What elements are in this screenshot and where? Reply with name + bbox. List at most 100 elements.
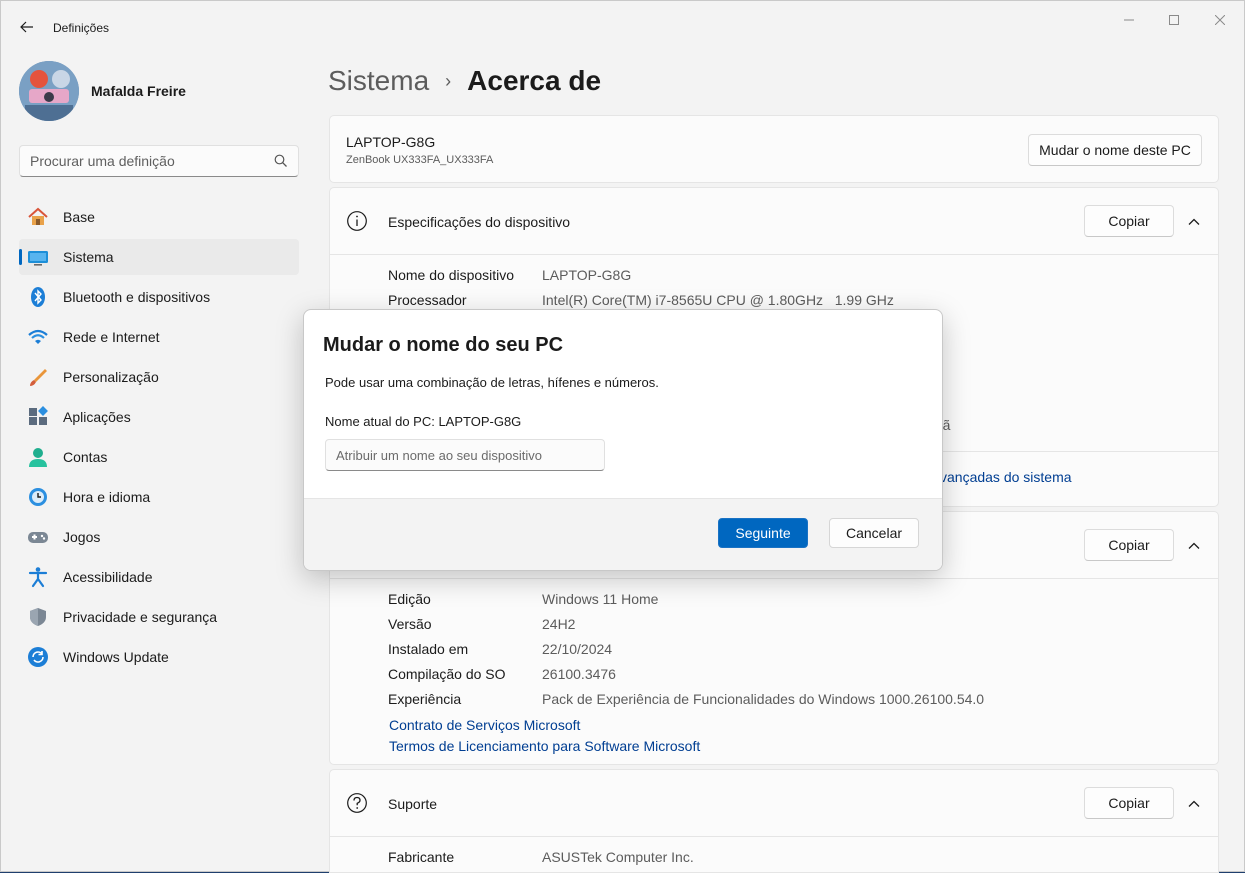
close-button[interactable] bbox=[1208, 9, 1232, 31]
sidebar-item-label: Acessibilidade bbox=[63, 569, 153, 585]
search-box[interactable] bbox=[19, 145, 299, 177]
close-icon bbox=[1215, 15, 1225, 25]
sidebar-item-personalizacao[interactable]: Personalização bbox=[19, 359, 299, 395]
breadcrumb-separator: › bbox=[445, 70, 452, 91]
spec-label: Fabricante bbox=[388, 849, 455, 865]
chevron-up-icon[interactable] bbox=[1186, 796, 1202, 812]
rename-pc-dialog: Mudar o nome do seu PC Pode usar uma com… bbox=[303, 309, 943, 571]
copy-windows-specs-button[interactable]: Copiar bbox=[1084, 529, 1174, 561]
user-profile[interactable]: Mafalda Freire bbox=[19, 61, 186, 121]
spec-label: Instalado em bbox=[388, 641, 469, 657]
spec-value: Windows 11 Home bbox=[542, 591, 659, 607]
sidebar-item-label: Bluetooth e dispositivos bbox=[63, 289, 211, 305]
spec-value: LAPTOP-G8G bbox=[542, 267, 632, 283]
sidebar-item-aplicacoes[interactable]: Aplicações bbox=[19, 399, 299, 435]
sidebar-item-sistema[interactable]: Sistema bbox=[19, 239, 299, 275]
wifi-icon bbox=[27, 326, 49, 348]
current-pc-name: Nome atual do PC: LAPTOP-G8G bbox=[325, 414, 522, 429]
back-arrow-icon bbox=[20, 21, 33, 33]
clock-globe-icon bbox=[27, 486, 49, 508]
search-icon[interactable] bbox=[274, 154, 288, 168]
settings-window: Definições Mafalda Freire Procurar uma d… bbox=[0, 0, 1245, 873]
spec-label: Edição bbox=[388, 591, 431, 607]
bluetooth-icon bbox=[27, 286, 49, 308]
sidebar-item-label: Windows Update bbox=[63, 649, 169, 665]
profile-name: Mafalda Freire bbox=[91, 83, 186, 99]
new-name-field[interactable] bbox=[325, 439, 605, 471]
search-input[interactable] bbox=[20, 146, 260, 176]
minimize-icon bbox=[1124, 19, 1134, 21]
advanced-system-settings-link[interactable]: vançadas do sistema bbox=[940, 469, 1072, 485]
sidebar-nav: Base Sistema Bluetooth e dispositivos Re… bbox=[19, 199, 299, 679]
info-icon bbox=[347, 211, 367, 231]
dialog-description: Pode usar uma combinação de letras, hífe… bbox=[325, 375, 659, 390]
sidebar-item-label: Hora e idioma bbox=[63, 489, 151, 505]
sidebar-item-acessibilidade[interactable]: Acessibilidade bbox=[19, 559, 299, 595]
windows-specs-body: Edição Windows 11 Home Versão 24H2 Insta… bbox=[329, 579, 1219, 765]
cancel-button[interactable]: Cancelar bbox=[829, 518, 919, 548]
spec-value: 24H2 bbox=[542, 616, 576, 632]
spec-label: Versão bbox=[388, 616, 432, 632]
sidebar-item-label: Contas bbox=[63, 449, 108, 465]
home-icon bbox=[27, 206, 49, 228]
chevron-up-icon[interactable] bbox=[1186, 214, 1202, 230]
apps-icon bbox=[27, 406, 49, 428]
app-title: Definições bbox=[53, 21, 110, 35]
shield-icon bbox=[27, 606, 49, 628]
support-title: Suporte bbox=[388, 796, 438, 812]
sidebar-item-label: Jogos bbox=[63, 529, 101, 545]
pc-name-card: LAPTOP-G8G ZenBook UX333FA_UX333FA Mudar… bbox=[329, 115, 1219, 183]
title-bar: Definições bbox=[1, 1, 1244, 45]
sidebar-item-label: Base bbox=[63, 209, 95, 225]
sidebar-item-label: Sistema bbox=[63, 249, 114, 265]
sidebar-item-label: Privacidade e segurança bbox=[63, 609, 218, 625]
sidebar-item-windows-update[interactable]: Windows Update bbox=[19, 639, 299, 675]
microsoft-services-agreement-link[interactable]: Contrato de Serviços Microsoft bbox=[389, 717, 580, 733]
dialog-title: Mudar o nome do seu PC bbox=[323, 334, 564, 356]
microsoft-license-terms-link[interactable]: Termos de Licenciamento para Software Mi… bbox=[389, 738, 700, 754]
sidebar-item-hora-idioma[interactable]: Hora e idioma bbox=[19, 479, 299, 515]
chevron-up-icon[interactable] bbox=[1186, 538, 1202, 554]
copy-device-specs-button[interactable]: Copiar bbox=[1084, 205, 1174, 237]
spec-label: Experiência bbox=[388, 691, 462, 707]
sidebar-item-rede[interactable]: Rede e Internet bbox=[19, 319, 299, 355]
copy-support-button[interactable]: Copiar bbox=[1084, 787, 1174, 819]
breadcrumb: Sistema › Acerca de bbox=[328, 61, 601, 101]
gamepad-icon bbox=[27, 526, 49, 548]
minimize-button[interactable] bbox=[1117, 9, 1141, 31]
pc-name: LAPTOP-G8G bbox=[346, 134, 436, 150]
spec-value: Pack de Experiência de Funcionalidades d… bbox=[542, 691, 985, 707]
sidebar-item-jogos[interactable]: Jogos bbox=[19, 519, 299, 555]
next-button[interactable]: Seguinte bbox=[718, 518, 808, 548]
support-header[interactable]: Suporte Copiar bbox=[329, 769, 1219, 837]
account-icon bbox=[27, 446, 49, 468]
system-icon bbox=[27, 246, 49, 268]
sidebar-item-bluetooth[interactable]: Bluetooth e dispositivos bbox=[19, 279, 299, 315]
spec-label: Nome do dispositivo bbox=[388, 267, 515, 283]
pc-model: ZenBook UX333FA_UX333FA bbox=[346, 154, 494, 166]
update-icon bbox=[27, 646, 49, 668]
new-name-input[interactable] bbox=[326, 440, 604, 470]
breadcrumb-parent[interactable]: Sistema bbox=[328, 65, 429, 97]
sidebar-item-label: Personalização bbox=[63, 369, 159, 385]
page-title: Acerca de bbox=[467, 65, 602, 96]
device-specs-title: Especificações do dispositivo bbox=[388, 214, 571, 230]
maximize-icon bbox=[1169, 15, 1179, 25]
spec-value: 22/10/2024 bbox=[542, 641, 613, 657]
support-body: Fabricante ASUSTek Computer Inc. bbox=[329, 837, 1219, 873]
sidebar-item-label: Rede e Internet bbox=[63, 329, 160, 345]
sidebar-item-label: Aplicações bbox=[63, 409, 131, 425]
help-icon bbox=[347, 793, 367, 813]
device-specs-header[interactable]: Especificações do dispositivo Copiar bbox=[329, 187, 1219, 255]
brush-icon bbox=[27, 366, 49, 388]
maximize-button[interactable] bbox=[1162, 9, 1186, 31]
avatar bbox=[19, 61, 79, 121]
spec-value: 26100.3476 bbox=[542, 666, 616, 682]
sidebar-item-contas[interactable]: Contas bbox=[19, 439, 299, 475]
back-button[interactable] bbox=[15, 15, 39, 39]
spec-label: Compilação do SO bbox=[388, 666, 506, 682]
sidebar-item-privacidade[interactable]: Privacidade e segurança bbox=[19, 599, 299, 635]
sidebar-item-base[interactable]: Base bbox=[19, 199, 299, 235]
accessibility-icon bbox=[27, 566, 49, 588]
rename-pc-button[interactable]: Mudar o nome deste PC bbox=[1028, 134, 1202, 166]
